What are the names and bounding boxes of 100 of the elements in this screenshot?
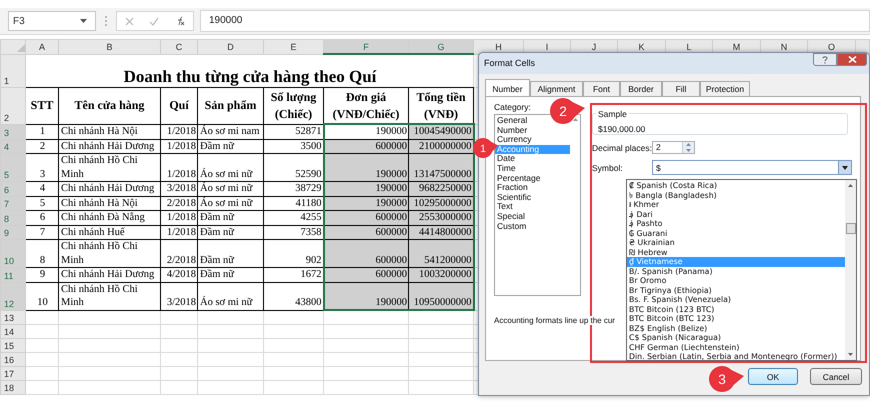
row-header[interactable]: 2 — [0, 88, 26, 124]
column-header[interactable]: F — [324, 40, 408, 54]
table-cell: Chi nhánh Hà Nội — [58, 124, 160, 139]
table-cell: 3/2018 — [160, 182, 198, 196]
close-button[interactable] — [837, 53, 867, 66]
category-item[interactable]: Special — [495, 212, 527, 222]
column-header[interactable]: D — [198, 40, 264, 54]
scroll-up-icon[interactable] — [848, 184, 853, 187]
table-cell: Đầm nữ — [198, 240, 264, 268]
dialog-tab[interactable]: Border — [620, 81, 662, 96]
formula-input[interactable]: 190000 — [200, 10, 870, 32]
table-cell: 600000 — [324, 225, 408, 240]
dialog-tab[interactable]: Alignment — [530, 81, 583, 96]
row-header[interactable]: 18 — [0, 380, 26, 394]
name-box[interactable]: F3 — [8, 11, 96, 31]
table-cell: 2553000000 — [408, 210, 474, 225]
row-header[interactable]: 11 — [0, 268, 26, 282]
table-cell: 600000 — [324, 210, 408, 225]
table-cell: 2 — [26, 139, 58, 154]
table-cell: 2/2018 — [160, 240, 198, 268]
table-cell: 2100000000 — [408, 139, 474, 154]
table-cell: 600000 — [324, 240, 408, 268]
row-header[interactable]: 16 — [0, 352, 26, 366]
row-header[interactable]: 3 — [0, 124, 26, 139]
row-header[interactable]: 9 — [0, 225, 26, 240]
table-cell: Chi nhánh Hà Nội — [58, 196, 160, 210]
category-item[interactable]: Time — [495, 164, 518, 174]
category-label: Category: — [494, 102, 531, 112]
column-header[interactable]: G — [408, 40, 474, 54]
table-cell: 8 — [26, 240, 58, 268]
format-description: Accounting formats line up the cur — [494, 316, 615, 325]
table-cell: Chi nhánh Hồ Chi Minh — [58, 282, 160, 310]
row-header[interactable]: 8 — [0, 210, 26, 225]
category-item[interactable]: Date — [495, 154, 517, 164]
spin-down-icon[interactable] — [686, 148, 691, 152]
symbol-list[interactable] — [626, 179, 857, 361]
row-header[interactable]: 7 — [0, 196, 26, 210]
row-header[interactable]: 14 — [0, 324, 26, 338]
table-cell: 3 — [26, 154, 58, 182]
category-item[interactable]: Percentage — [495, 174, 542, 184]
category-item[interactable]: Custom — [495, 222, 528, 232]
dialog-button[interactable]: Cancel — [810, 368, 862, 385]
column-heading: Quí — [160, 88, 198, 124]
table-cell: 1/2018 — [160, 124, 198, 139]
category-item[interactable]: Currency — [495, 135, 534, 145]
row-header[interactable]: 1 — [0, 54, 26, 88]
row-header[interactable]: 13 — [0, 310, 26, 324]
table-cell: Chi nhánh Hải Dương — [58, 139, 160, 154]
category-item[interactable]: Number — [495, 126, 530, 136]
category-item[interactable]: Fraction — [495, 183, 530, 193]
column-header[interactable]: C — [160, 40, 198, 54]
table-cell: 1 — [26, 124, 58, 139]
dropdown-icon[interactable] — [842, 166, 848, 170]
scroll-up-icon[interactable] — [572, 118, 578, 121]
scrollbar[interactable] — [845, 180, 856, 360]
dialog-tab[interactable]: Protection — [700, 81, 750, 96]
table-cell: 1003200000 — [408, 268, 474, 282]
row-header[interactable]: 4 — [0, 139, 26, 154]
table-cell: 2/2018 — [160, 196, 198, 210]
dialog-title: Format Cells — [484, 57, 536, 70]
row-header[interactable]: 17 — [0, 366, 26, 380]
dialog-tab[interactable]: Font — [583, 81, 620, 96]
column-heading: Số lượng (Chiếc) — [264, 88, 324, 124]
column-header[interactable]: A — [26, 40, 58, 54]
scroll-down-icon[interactable] — [848, 353, 853, 356]
row-header[interactable]: 6 — [0, 182, 26, 196]
symbol-label: Symbol: — [592, 162, 624, 172]
table-cell: Áo sơ mi nam — [198, 124, 264, 139]
dialog-tab[interactable]: Fill — [662, 81, 700, 96]
decimal-places-field[interactable]: 2 — [652, 141, 695, 154]
table-cell: 9682250000 — [408, 182, 474, 196]
help-icon — [822, 56, 828, 64]
table-cell: 10950000000 — [408, 282, 474, 310]
check-icon[interactable] — [148, 16, 159, 26]
table-cell: 4 — [26, 182, 58, 196]
column-header[interactable]: B — [58, 40, 160, 54]
table-cell: 1/2018 — [160, 225, 198, 240]
row-header[interactable]: 5 — [0, 154, 26, 182]
row-header[interactable]: 12 — [0, 282, 26, 310]
table-cell: Đầm nữ — [198, 139, 264, 154]
row-header[interactable]: 10 — [0, 240, 26, 268]
table-cell: 9 — [26, 268, 58, 282]
table-cell: 190000 — [324, 282, 408, 310]
dialog-button[interactable]: OK — [748, 368, 798, 385]
spin-up-icon[interactable] — [686, 143, 691, 146]
table-cell: 190000 — [324, 124, 408, 139]
category-item[interactable]: Scientific — [495, 192, 534, 202]
table-cell: Chi nhánh Huế — [58, 225, 160, 240]
column-header[interactable]: E — [264, 40, 324, 54]
table-cell: 541200000 — [408, 240, 474, 268]
table-cell: Chi nhánh Hồ Chi Minh — [58, 154, 160, 182]
table-cell: 600000 — [324, 139, 408, 154]
category-item[interactable]: General — [495, 116, 530, 126]
table-cell: 190000 — [324, 196, 408, 210]
row-header[interactable]: 15 — [0, 338, 26, 352]
scroll-thumb[interactable] — [846, 223, 856, 234]
dialog-tab[interactable]: Number — [485, 79, 530, 97]
symbol-dropdown[interactable]: $ — [652, 160, 852, 175]
help-button[interactable] — [813, 53, 837, 66]
table-cell: 1/2018 — [160, 139, 198, 154]
